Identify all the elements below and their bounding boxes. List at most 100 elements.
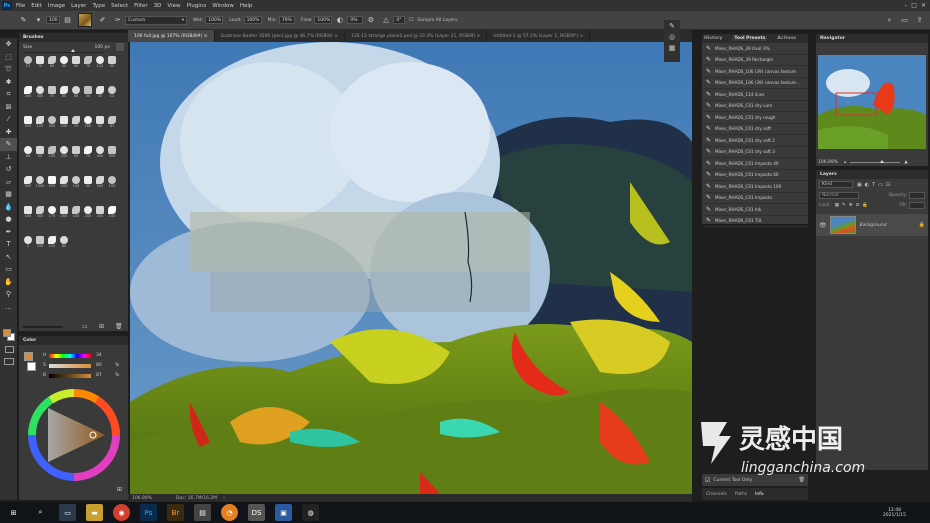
minimize-icon[interactable]: – — [904, 2, 907, 9]
hue-value[interactable]: 34 — [96, 353, 102, 358]
menu-window[interactable]: Window — [212, 3, 234, 9]
shape-tool-icon[interactable]: ▭ — [0, 263, 17, 276]
brush-tip[interactable]: 100 — [106, 176, 118, 190]
brush-tip[interactable]: 175 — [46, 206, 58, 220]
tool-preset-item[interactable]: ✎ Mixer_RHADS_C01 Impasto 60 — [702, 170, 808, 181]
lock-all-icon[interactable]: 🔒 — [862, 203, 868, 208]
menu-plugins[interactable]: Plugins — [186, 3, 206, 9]
close-icon[interactable]: ✕ — [921, 2, 926, 9]
hue-slider[interactable] — [49, 354, 91, 358]
brush-tip[interactable]: 300 — [22, 176, 34, 190]
brush-tip[interactable]: 200 — [58, 146, 70, 160]
mixer-brush-tool-icon[interactable]: ✎ — [19, 16, 28, 25]
menu-image[interactable]: Image — [48, 3, 65, 9]
tab-paths[interactable]: Paths — [735, 492, 747, 497]
menu-select[interactable]: Select — [111, 3, 128, 9]
brush-tip[interactable]: 70 — [82, 56, 94, 70]
panel-background-swatch[interactable] — [27, 362, 36, 371]
brush-tip[interactable]: 250 — [46, 176, 58, 190]
visibility-eye-icon[interactable]: 👁 — [819, 222, 827, 229]
zoom-out-icon[interactable]: ▴ — [844, 160, 846, 165]
new-brush-icon[interactable]: ⊞ — [99, 323, 104, 330]
navigator-tab[interactable]: Navigator — [816, 34, 928, 43]
angle-icon[interactable]: △ — [381, 16, 390, 25]
search-icon[interactable]: ⌕ — [32, 504, 49, 521]
taskbar-clock[interactable]: 12:48 2021/1/15 — [883, 508, 906, 518]
preview-size-slider[interactable] — [23, 326, 63, 328]
tool-preset-item[interactable]: ✎ Mixer_RHADS_C01 dry soft 3 — [702, 147, 808, 158]
document-canvas[interactable] — [130, 42, 692, 494]
clean-brush-icon[interactable]: ✑ — [113, 16, 122, 25]
brush-tip[interactable]: 2 — [22, 236, 34, 250]
color-panel-tab[interactable]: Color — [19, 336, 128, 345]
lock-paint-icon[interactable]: ✎ — [842, 203, 846, 208]
dodge-tool-icon[interactable]: ● — [0, 213, 17, 226]
brush-tip[interactable]: 400 — [34, 86, 46, 100]
file-explorer-icon[interactable]: ▬ — [86, 504, 103, 521]
panel-collapse-icon[interactable]: ⊞ — [117, 486, 122, 493]
tool-preset-item[interactable]: ✎ Mixer_RHADS_C01 Impasto 40 — [702, 158, 808, 170]
quick-mask-icon[interactable] — [5, 346, 14, 353]
brush-tip[interactable]: 125 — [46, 236, 58, 250]
brush-settings-icon[interactable]: ▤ — [63, 16, 72, 25]
brush-tip[interactable]: 200 — [94, 176, 106, 190]
tool-preset-item[interactable]: ✎ Mixer_RHADS_114 lines — [702, 89, 808, 101]
new-folder-icon[interactable]: ▭ — [82, 323, 88, 330]
brush-preset-picker-icon[interactable]: ▾ — [34, 16, 43, 25]
menu-type[interactable]: Type — [92, 3, 105, 9]
tool-preset-item[interactable]: ✎ Mixer_RHADS_106 (39) canvas texture — [702, 66, 808, 78]
brush-tip[interactable]: 1000 — [34, 176, 46, 190]
menu-layer[interactable]: Layer — [71, 3, 86, 9]
brush-tip[interactable]: 80 — [58, 236, 70, 250]
size-slider-track[interactable] — [23, 52, 103, 53]
pen-tool-icon[interactable]: ✒ — [0, 226, 17, 239]
smoothing-field[interactable]: 0% — [347, 16, 364, 24]
filter-shape-icon[interactable]: ▭ — [878, 182, 883, 188]
brush-tip[interactable]: 70 — [70, 116, 82, 130]
tool-preset-item[interactable]: ✎ Mixer_RHADS_C01 dry soft — [702, 124, 808, 135]
flow-field[interactable]: 100% — [314, 16, 333, 24]
history-brush-tool-icon[interactable]: ↺ — [0, 163, 17, 176]
navigator-thumbnail[interactable] — [818, 55, 926, 149]
path-select-tool-icon[interactable]: ↖ — [0, 251, 17, 264]
more-tools-icon[interactable]: … — [0, 301, 17, 314]
navigator-zoom-thumb[interactable] — [880, 159, 885, 163]
brush-tip[interactable]: 30 — [58, 56, 70, 70]
brush-tip[interactable]: 30 — [94, 86, 106, 100]
tool-preset-item[interactable]: ✎ Mixer_RHADS_C01 Impasto 100 — [702, 181, 808, 193]
gradient-tool-icon[interactable]: ▦ — [0, 188, 17, 201]
brush-tip[interactable]: 200 — [82, 206, 94, 220]
tool-preset-item[interactable]: ✎ Mixer_RHADS_106 (39) canvas texture... — [702, 78, 808, 89]
airbrush-icon[interactable]: ◐ — [335, 16, 344, 25]
brush-tip[interactable]: 60 — [22, 146, 34, 160]
crop-tool-icon[interactable]: ⌗ — [0, 88, 17, 101]
brush-tip[interactable]: 12 — [106, 86, 118, 100]
load-brush-icon[interactable]: ✐ — [98, 16, 107, 25]
tab-info[interactable]: Info — [755, 492, 764, 497]
brush-tip[interactable]: 100 — [22, 206, 34, 220]
opacity-field[interactable] — [909, 191, 925, 199]
foreground-color-swatch[interactable] — [3, 329, 11, 337]
blend-mode-dropdown[interactable]: Normal — [819, 191, 859, 199]
brush-tip[interactable]: 100 — [106, 206, 118, 220]
photoshop-logo-icon[interactable]: Ps — [2, 1, 12, 10]
eraser-tool-icon[interactable]: ▱ — [0, 176, 17, 189]
app-taskbar-icon[interactable]: ▤ — [194, 504, 211, 521]
eyedropper-tool-icon[interactable]: ⁄ — [0, 113, 17, 126]
brush-tip[interactable]: 70 — [34, 56, 46, 70]
brush-tip[interactable]: 300 — [34, 206, 46, 220]
mixer-brush-tool-icon[interactable]: ✎ — [0, 138, 17, 151]
tab-tool-presets[interactable]: Tool Presets — [732, 36, 768, 41]
brush-tip[interactable]: 100 — [70, 176, 82, 190]
brush-tip[interactable]: 60 — [70, 146, 82, 160]
lasso-tool-icon[interactable]: ➰ — [0, 63, 17, 76]
move-tool-icon[interactable]: ✥ — [0, 38, 17, 51]
tab-document-2[interactable]: Gustrave Baxter 3500 (pen).jpg @ 46.7% (… — [215, 30, 345, 42]
tool-preset-item[interactable]: ✎ Mixer_RHADS_C01 dry Lum — [702, 101, 808, 112]
trash-icon[interactable]: 🗑 — [115, 323, 123, 330]
size-slider-thumb[interactable] — [71, 49, 75, 52]
brush-tip[interactable]: 225 — [22, 116, 34, 130]
brush-tip[interactable]: 50 — [106, 56, 118, 70]
load-field[interactable]: 100% — [243, 16, 262, 24]
layer-row-background[interactable]: 👁 Background 🔒 — [816, 214, 928, 236]
